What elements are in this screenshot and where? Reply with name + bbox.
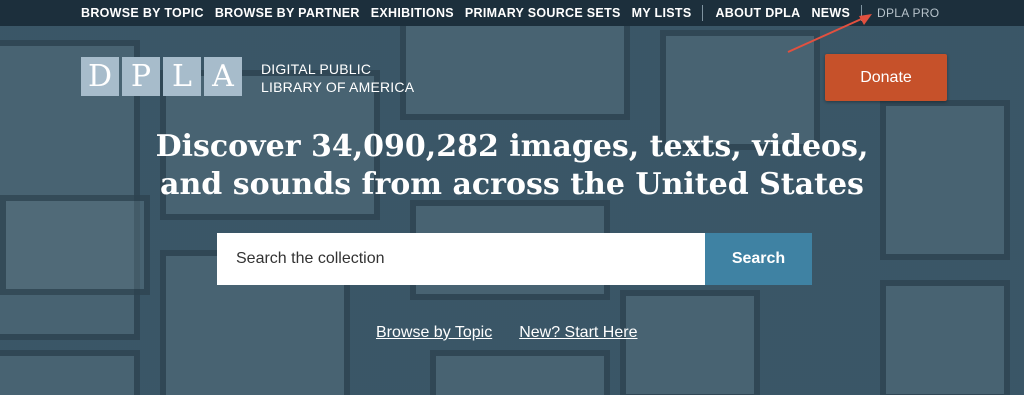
logo-letter-l: L <box>163 57 201 96</box>
nav-primary-source-sets[interactable]: PRIMARY SOURCE SETS <box>465 6 621 20</box>
logo-text[interactable]: DIGITAL PUBLIC LIBRARY OF AMERICA <box>261 60 421 96</box>
nav-browse-by-topic[interactable]: BROWSE BY TOPIC <box>81 6 204 20</box>
nav-exhibitions[interactable]: EXHIBITIONS <box>371 6 454 20</box>
hero-links: Browse by Topic New? Start Here <box>376 324 637 342</box>
logo-letter-d: D <box>81 57 119 96</box>
search-input[interactable] <box>217 233 705 285</box>
logo-letter-p: P <box>122 57 160 96</box>
search-button[interactable]: Search <box>705 233 812 285</box>
logo-letter-a: A <box>204 57 242 96</box>
donate-button[interactable]: Donate <box>825 54 947 101</box>
nav-my-lists[interactable]: MY LISTS <box>632 6 692 20</box>
hero-headline: Discover 34,090,282 images, texts, video… <box>155 129 869 202</box>
nav-dpla-pro[interactable]: DPLA PRO <box>877 6 939 20</box>
dpla-logo[interactable]: D P L A <box>81 57 242 96</box>
nav-divider <box>702 5 704 21</box>
browse-by-topic-link[interactable]: Browse by Topic <box>376 324 492 342</box>
red-arrow-icon <box>787 14 872 53</box>
nav-browse-by-partner[interactable]: BROWSE BY PARTNER <box>215 6 360 20</box>
new-start-here-link[interactable]: New? Start Here <box>519 324 637 342</box>
search-bar: Search <box>217 233 812 285</box>
